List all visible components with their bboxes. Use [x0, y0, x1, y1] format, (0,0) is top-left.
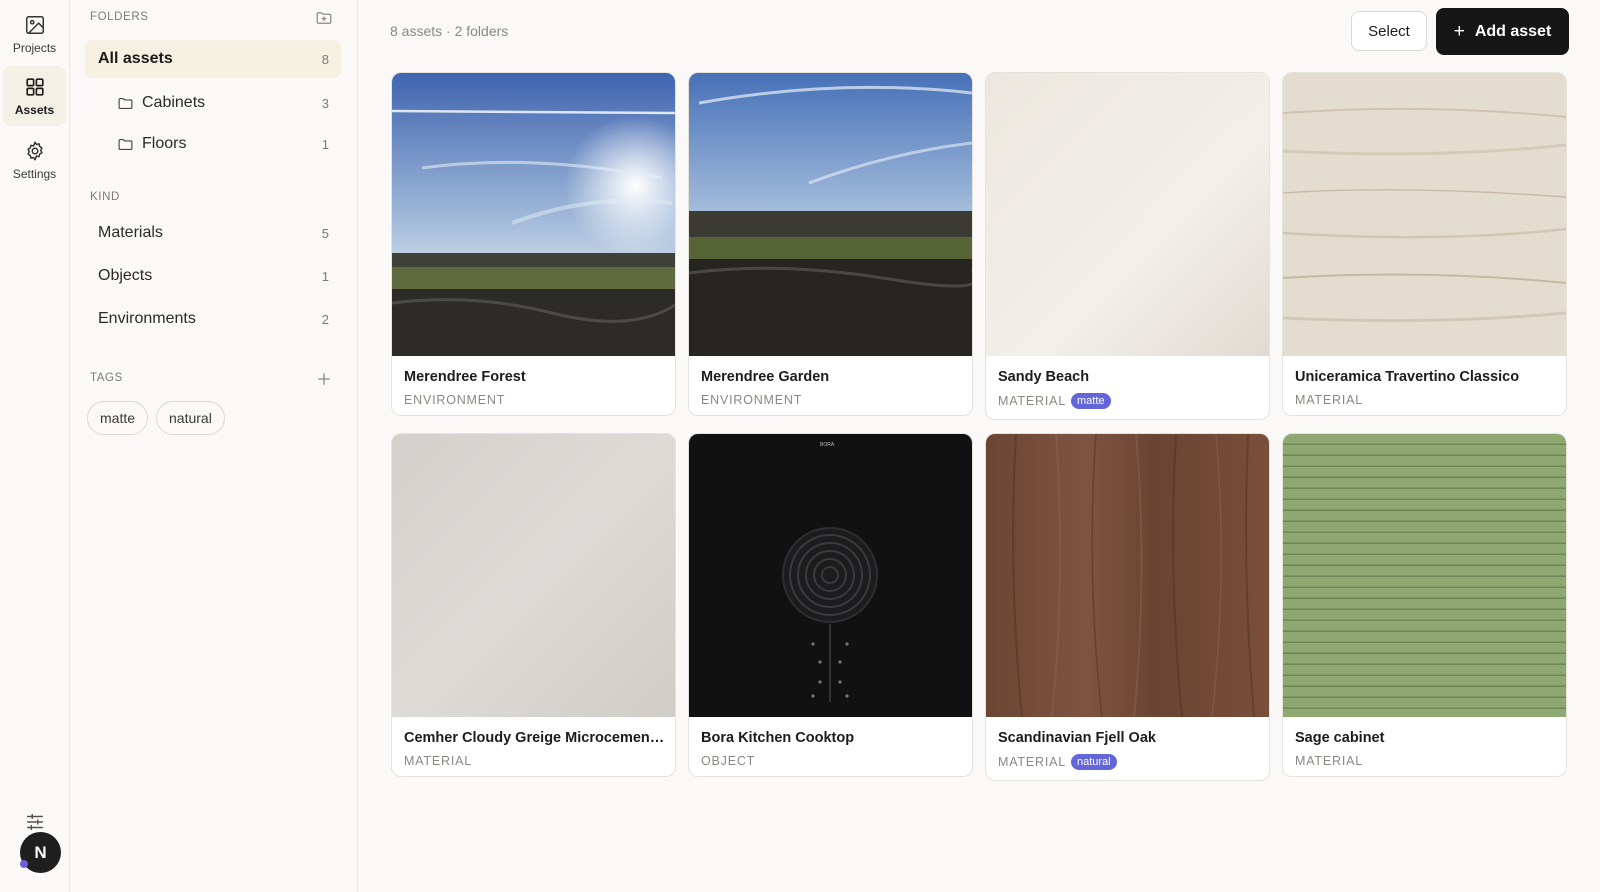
asset-summary: 8 assets · 2 folders [390, 23, 509, 39]
nav-kind-materials[interactable]: Materials 5 [85, 214, 341, 252]
asset-kind: MATERIAL [998, 394, 1066, 408]
asset-title: Sage cabinet [1295, 730, 1385, 746]
nav-label: Cabinets [142, 94, 206, 111]
asset-thumbnail: BORA [689, 434, 972, 717]
nav-kind-objects[interactable]: Objects 1 [85, 257, 341, 295]
nav-label: All assets [98, 50, 173, 67]
asset-thumbnail [392, 73, 675, 356]
asset-meta: ENVIRONMENT [701, 393, 802, 407]
asset-kind: MATERIAL [404, 754, 472, 768]
brand-label: BORA [820, 442, 835, 448]
folder-icon [118, 138, 133, 150]
asset-thumbnail [1283, 434, 1566, 717]
nav-label: Materials [98, 224, 163, 241]
asset-meta: MATERIAL natural [998, 754, 1117, 770]
asset-card[interactable]: Cemher Cloudy Greige Microcement Plaster… [391, 433, 676, 777]
asset-title: Bora Kitchen Cooktop [701, 730, 855, 746]
asset-meta: OBJECT [701, 754, 755, 768]
asset-title: Scandinavian Fjell Oak [998, 730, 1156, 746]
asset-kind: MATERIAL [1295, 754, 1363, 768]
asset-thumbnail [689, 73, 972, 356]
asset-card[interactable]: Scandinavian Fjell Oak MATERIAL natural [985, 433, 1270, 781]
nav-label: Objects [98, 267, 153, 284]
asset-card[interactable]: Sage cabinet MATERIAL [1282, 433, 1567, 777]
asset-title: Uniceramica Travertino Classico [1295, 369, 1520, 385]
asset-card[interactable]: Merendree Forest ENVIRONMENT [391, 72, 676, 416]
tag-badge: matte [1070, 393, 1111, 409]
add-asset-button[interactable]: + Add asset [1436, 8, 1569, 55]
new-folder-icon[interactable] [315, 9, 333, 27]
nav-count: 1 [321, 268, 329, 284]
asset-kind: MATERIAL [1295, 393, 1363, 407]
nav-kind-environments[interactable]: Environments 2 [85, 300, 341, 338]
add-tag-icon[interactable] [315, 370, 333, 388]
nav-count: 3 [321, 95, 329, 111]
status-dot [20, 860, 28, 868]
sliders-icon[interactable] [24, 811, 46, 833]
asset-kind: ENVIRONMENT [701, 393, 803, 407]
tag-chip-natural[interactable]: natural [156, 401, 225, 435]
asset-title: Sandy Beach [998, 369, 1090, 385]
asset-kind: ENVIRONMENT [404, 393, 506, 407]
image-icon [25, 15, 44, 34]
nav-all-assets[interactable]: All assets 8 [85, 40, 341, 78]
folders-heading: FOLDERS [90, 11, 149, 23]
asset-card[interactable]: Sandy Beach MATERIAL matte [985, 72, 1270, 420]
folder-icon [118, 97, 133, 109]
rail-item-settings[interactable]: Settings [3, 130, 66, 190]
nav-folder-cabinets[interactable]: Cabinets 3 [85, 84, 341, 122]
kind-heading: KIND [90, 191, 120, 203]
asset-card[interactable]: Uniceramica Travertino Classico MATERIAL [1282, 72, 1567, 416]
rail-label-projects: Projects [12, 40, 57, 55]
asset-card[interactable]: BORA Bora Kitchen Cooktop OBJECT [688, 433, 973, 777]
assets-sidebar: FOLDERS All assets 8 Cabinets 3 Floors 1… [70, 0, 358, 892]
tag-badge: natural [1070, 754, 1117, 770]
assets-main: 8 assets · 2 folders Select + Add asset [358, 0, 1600, 892]
nav-count: 8 [321, 51, 329, 67]
rail-item-assets[interactable]: Assets [3, 66, 66, 126]
select-button[interactable]: Select [1351, 11, 1427, 51]
nav-label: Floors [142, 135, 187, 152]
nav-count: 2 [321, 311, 329, 327]
asset-title: Merendree Forest [404, 369, 526, 385]
tag-chip-matte[interactable]: matte [87, 401, 149, 435]
asset-meta: MATERIAL matte [998, 393, 1111, 409]
nav-count: 5 [321, 225, 329, 241]
asset-kind: MATERIAL [998, 755, 1066, 769]
rail-label-settings: Settings [12, 166, 57, 181]
asset-title: Merendree Garden [701, 369, 830, 385]
asset-thumbnail [986, 434, 1269, 717]
asset-meta: MATERIAL [1295, 754, 1363, 768]
asset-meta: ENVIRONMENT [404, 393, 505, 407]
nav-folder-floors[interactable]: Floors 1 [85, 125, 341, 163]
gear-icon [26, 141, 43, 160]
asset-card[interactable]: Merendree Garden ENVIRONMENT [688, 72, 973, 416]
asset-meta: MATERIAL [404, 754, 472, 768]
rail-label-assets: Assets [14, 102, 55, 117]
rail-item-projects[interactable]: Projects [3, 4, 66, 64]
add-asset-label: Add asset [1474, 22, 1552, 40]
nav-count: 1 [321, 136, 329, 152]
grid-icon [25, 77, 44, 96]
asset-title: Cemher Cloudy Greige Microcement Plaster [404, 730, 666, 746]
asset-thumbnail [392, 434, 675, 717]
app-rail: Projects Assets Settings N [0, 0, 70, 892]
plus-icon: + [1453, 21, 1465, 42]
asset-kind: OBJECT [701, 754, 756, 768]
tags-heading: TAGS [90, 372, 123, 384]
asset-meta: MATERIAL [1295, 393, 1363, 407]
asset-thumbnail [1283, 73, 1566, 356]
nav-label: Environments [98, 310, 196, 327]
asset-thumbnail [986, 73, 1269, 356]
